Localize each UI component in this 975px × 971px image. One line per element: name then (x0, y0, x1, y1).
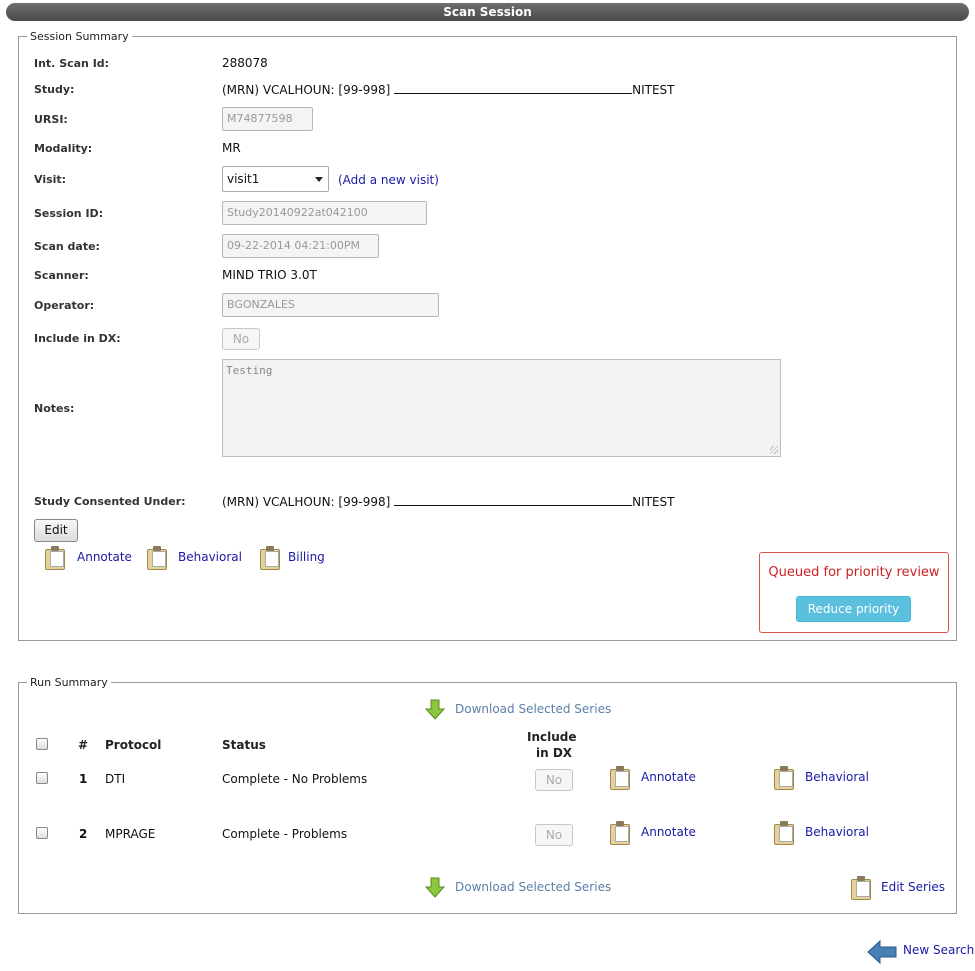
clipboard-clip (616, 766, 624, 771)
study-value: (MRN) VCALHOUN: [99-998] NITEST (222, 82, 674, 97)
row-checkbox[interactable] (36, 827, 48, 839)
column-header-protocol: Protocol (105, 738, 162, 752)
row-behavioral-link[interactable]: Behavioral (805, 770, 869, 784)
clipboard-paper (152, 551, 166, 567)
modality-value: MR (222, 141, 241, 155)
clipboard-paper (856, 881, 870, 897)
scanner-value: MIND TRIO 3.0T (222, 268, 317, 282)
consented-prefix: (MRN) VCALHOUN: [99-998] (222, 495, 391, 509)
session-id-field[interactable]: Study20140922at042100 (222, 201, 427, 225)
ursi-field[interactable]: M74877598 (222, 107, 313, 131)
row-status: Complete - No Problems (222, 772, 368, 786)
row-protocol: DTI (105, 772, 126, 786)
clipboard-clip (616, 821, 624, 826)
clipboard-clip (51, 546, 59, 551)
scan-date-label: Scan date: (34, 240, 100, 253)
int-scan-id-value: 288078 (222, 56, 268, 70)
clipboard-paper (615, 771, 629, 787)
session-id-label: Session ID: (34, 207, 104, 220)
operator-label: Operator: (34, 299, 95, 312)
row-status: Complete - Problems (222, 827, 348, 841)
row-num: 1 (79, 772, 88, 786)
clipboard-icon[interactable] (774, 821, 796, 845)
clipboard-icon[interactable] (610, 821, 632, 845)
resize-grip-icon[interactable] (770, 446, 778, 454)
clipboard-icon[interactable] (610, 766, 632, 790)
notes-label: Notes: (34, 402, 75, 415)
behavioral-link[interactable]: Behavioral (178, 550, 242, 564)
clipboard-icon[interactable] (260, 546, 282, 570)
scanner-label: Scanner: (34, 269, 89, 282)
annotate-link[interactable]: Annotate (77, 550, 132, 564)
column-header-include-line1: Include (527, 730, 577, 744)
priority-message: Queued for priority review (768, 565, 940, 580)
column-header-include-line2: in DX (536, 746, 573, 760)
download-arrow-icon[interactable] (425, 699, 445, 721)
column-header-num: # (78, 738, 89, 752)
scan-date-field[interactable]: 09-22-2014 04:21:00PM (222, 234, 379, 258)
clipboard-paper (265, 551, 279, 567)
add-visit-link[interactable]: (Add a new visit) (338, 173, 439, 187)
study-prefix: (MRN) VCALHOUN: [99-998] (222, 83, 391, 97)
clipboard-icon[interactable] (774, 766, 796, 790)
clipboard-clip (857, 876, 865, 881)
study-blank-line (394, 82, 633, 94)
visit-label: Visit: (34, 173, 67, 186)
select-all-checkbox[interactable] (36, 738, 48, 750)
notes-text: Testing (226, 364, 273, 377)
clipboard-clip (780, 821, 788, 826)
row-include-dx-toggle[interactable]: No (535, 769, 573, 791)
download-selected-series-link-top[interactable]: Download Selected Series (455, 702, 611, 716)
session-summary-legend: Session Summary (30, 30, 129, 43)
row-annotate-link[interactable]: Annotate (641, 825, 696, 839)
edit-button[interactable]: Edit (34, 519, 78, 542)
clipboard-paper (779, 826, 793, 842)
clipboard-paper (779, 771, 793, 787)
new-search-link[interactable]: New Search (903, 943, 974, 957)
notes-textarea[interactable]: Testing (222, 359, 781, 457)
priority-review-box: Queued for priority review Reduce priori… (759, 552, 949, 633)
ursi-label: URSI: (34, 113, 68, 126)
study-label: Study: (34, 83, 75, 96)
column-header-status: Status (222, 738, 266, 752)
clipboard-paper (615, 826, 629, 842)
study-suffix: NITEST (632, 83, 675, 97)
row-protocol: MPRAGE (105, 827, 156, 841)
int-scan-id-label: Int. Scan Id: (34, 57, 110, 70)
edit-series-link[interactable]: Edit Series (881, 880, 945, 894)
back-arrow-icon[interactable] (866, 939, 898, 965)
include-dx-toggle[interactable]: No (222, 328, 260, 350)
reduce-priority-button[interactable]: Reduce priority (796, 596, 911, 622)
consented-suffix: NITEST (632, 495, 675, 509)
clipboard-clip (266, 546, 274, 551)
row-annotate-link[interactable]: Annotate (641, 770, 696, 784)
row-behavioral-link[interactable]: Behavioral (805, 825, 869, 839)
chevron-down-icon (315, 177, 323, 182)
include-dx-label: Include in DX: (34, 332, 121, 345)
clipboard-icon[interactable] (147, 546, 169, 570)
download-selected-series-link-bottom[interactable]: Download Selected Series (455, 880, 611, 894)
row-include-dx-toggle[interactable]: No (535, 824, 573, 846)
billing-link[interactable]: Billing (288, 550, 325, 564)
clipboard-paper (50, 551, 64, 567)
row-num: 2 (79, 827, 88, 841)
run-summary-legend: Run Summary (30, 676, 108, 689)
clipboard-icon[interactable] (45, 546, 67, 570)
visit-selected: visit1 (227, 172, 260, 186)
clipboard-icon[interactable] (851, 876, 873, 900)
modality-label: Modality: (34, 142, 93, 155)
operator-field[interactable]: BGONZALES (222, 293, 439, 317)
page-title: Scan Session (6, 3, 969, 21)
consented-value: (MRN) VCALHOUN: [99-998] NITEST (222, 494, 674, 509)
consented-label: Study Consented Under: (34, 495, 186, 508)
clipboard-clip (153, 546, 161, 551)
clipboard-clip (780, 766, 788, 771)
visit-select[interactable]: visit1 (222, 166, 329, 192)
row-checkbox[interactable] (36, 772, 48, 784)
consented-blank-line (394, 494, 633, 506)
download-arrow-icon[interactable] (425, 877, 445, 899)
